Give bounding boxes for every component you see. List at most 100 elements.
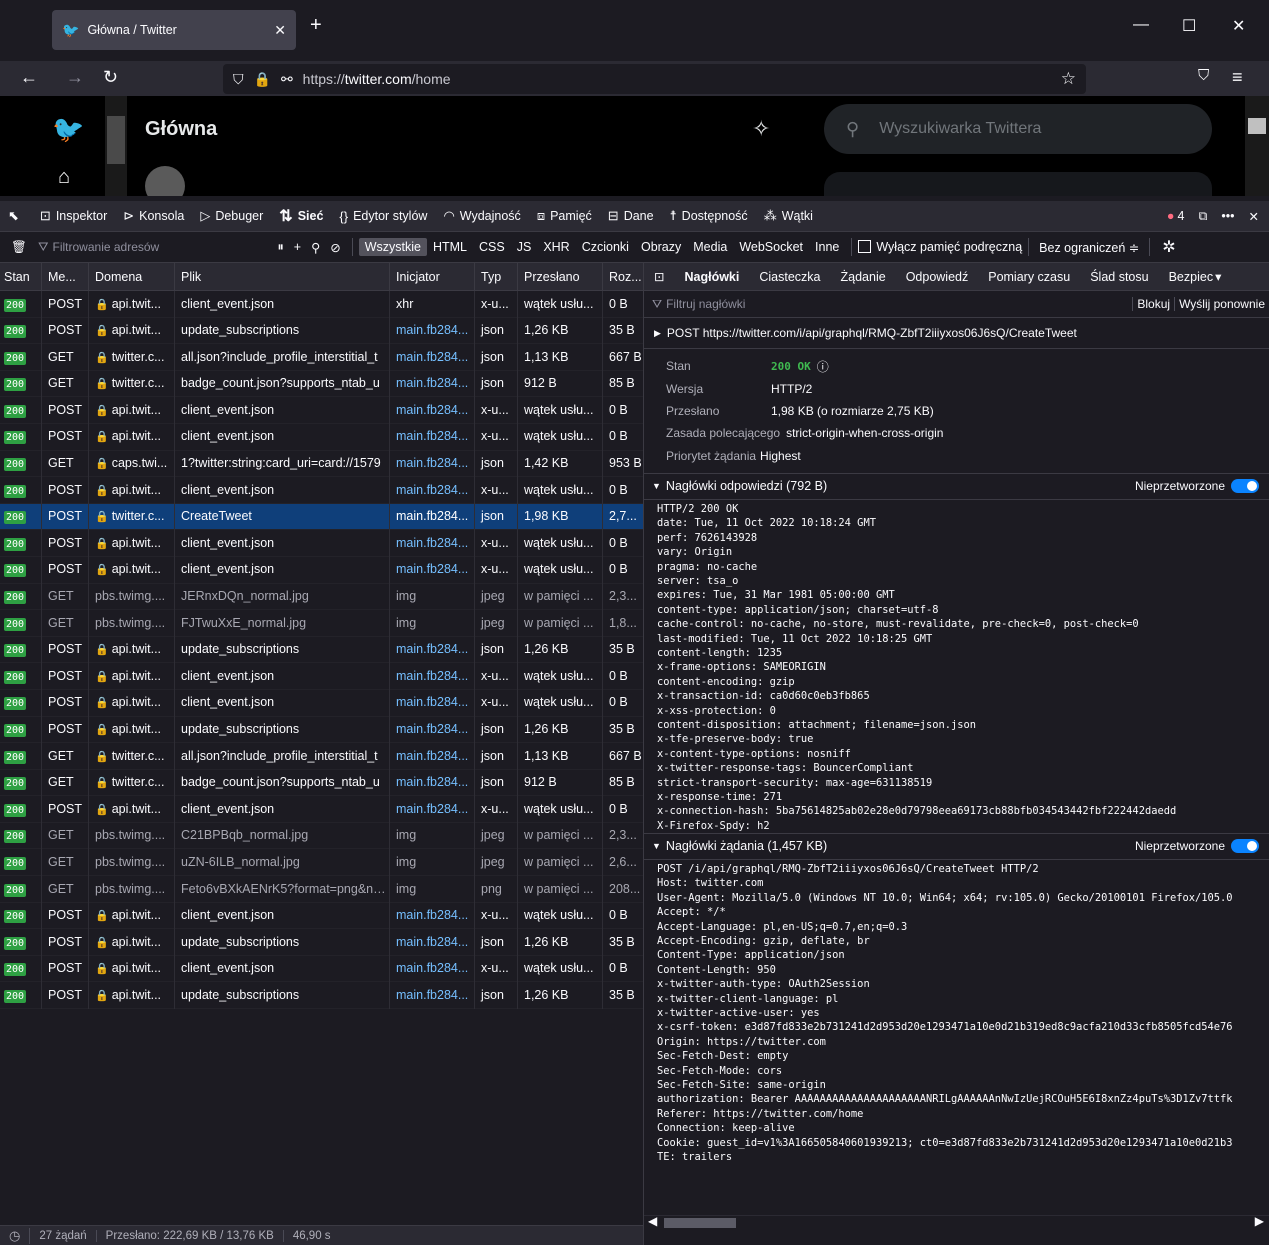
tab-response[interactable]: Odpowiedź	[896, 270, 979, 284]
initiator-cell[interactable]: main.fb284...	[390, 662, 475, 690]
tabs-overflow-icon[interactable]: ▾	[1215, 269, 1221, 284]
dock-icon[interactable]: ⧉	[1198, 209, 1207, 224]
avatar[interactable]	[145, 166, 185, 196]
throttling-select[interactable]: Bez ograniczeń ≑	[1035, 240, 1143, 255]
tab-debugger[interactable]: ▷ Debuger	[192, 201, 271, 232]
horizontal-scrollbar[interactable]: ◀ ▶	[644, 1214, 1269, 1229]
back-icon[interactable]: ←	[20, 67, 38, 88]
table-row[interactable]: 200 POST 🔒 api.twit... client_event.json main…	[0, 556, 643, 584]
network-settings-icon[interactable]: ✲	[1156, 237, 1181, 257]
filter-websocket[interactable]: WebSocket	[733, 238, 809, 256]
block-button[interactable]: Blokuj	[1132, 297, 1174, 311]
filter-css[interactable]: CSS	[473, 238, 511, 256]
filter-media[interactable]: Media	[687, 238, 733, 256]
table-row[interactable]: 200 POST 🔒 twitter.c... CreateTweet main.fb28…	[0, 503, 643, 531]
forward-icon[interactable]: →	[66, 67, 84, 88]
tab-timings[interactable]: Pomiary czasu	[978, 270, 1080, 284]
filter-all[interactable]: Wszystkie	[358, 238, 427, 256]
initiator-cell[interactable]: main.fb284...	[390, 902, 475, 929]
error-count-badge[interactable]: ● 4	[1167, 209, 1185, 223]
table-row[interactable]: 200 POST 🔒 api.twit... client_event.json main…	[0, 689, 643, 717]
close-tab-icon[interactable]: ✕	[274, 22, 286, 39]
table-row[interactable]: 200 GET pbs.twimg.... Feto6vBXkAENrK5?forma…	[0, 875, 643, 903]
permissions-icon[interactable]: ⚯	[281, 71, 293, 88]
raw-toggle[interactable]: Nieprzetworzone	[1135, 479, 1269, 494]
lock-icon[interactable]: 🔒	[254, 71, 271, 88]
bookmark-star-icon[interactable]: ☆	[1061, 69, 1076, 89]
column-method[interactable]: Me...	[42, 263, 89, 291]
column-size[interactable]: Roz...	[603, 263, 643, 291]
filter-fonts[interactable]: Czcionki	[576, 238, 635, 256]
initiator-cell[interactable]: main.fb284...	[390, 769, 475, 796]
element-picker-button[interactable]: ⬉	[0, 201, 32, 232]
filter-js[interactable]: JS	[511, 238, 538, 256]
initiator-cell[interactable]: main.fb284...	[390, 529, 475, 557]
tab-headers[interactable]: Nagłówki	[674, 270, 749, 284]
filter-xhr[interactable]: XHR	[537, 238, 575, 256]
close-devtools-icon[interactable]: ✕	[1249, 209, 1259, 224]
page-scrollbar-thumb[interactable]	[1248, 118, 1266, 134]
maximize-icon[interactable]: ☐	[1182, 16, 1196, 36]
table-row[interactable]: 200 GET 🔒 twitter.c... badge_count.json?supp…	[0, 370, 643, 398]
help-icon[interactable]: ⓘ	[817, 358, 829, 375]
table-row[interactable]: 200 GET pbs.twimg.... C21BPBqb_normal.jpg im…	[0, 822, 643, 850]
table-row[interactable]: 200 POST 🔒 api.twit... update_subscriptions m…	[0, 928, 643, 956]
table-row[interactable]: 200 GET pbs.twimg.... JERnxDQn_normal.jpg im…	[0, 583, 643, 611]
tab-memory[interactable]: ⧈ Pamięć	[529, 201, 600, 232]
column-type[interactable]: Typ	[475, 263, 518, 291]
table-row[interactable]: 200 POST 🔒 api.twit... update_subscriptions m…	[0, 981, 643, 1010]
url-bar[interactable]: ⛉ 🔒 ⚯ https://twitter.com/home ☆	[223, 64, 1086, 94]
clear-icon[interactable]: 🗑	[0, 240, 38, 255]
menu-icon[interactable]: ≡	[1232, 67, 1243, 88]
tab-request[interactable]: Żądanie	[831, 270, 896, 284]
scrollbar-thumb[interactable]	[664, 1218, 736, 1228]
tab-cookies[interactable]: Ciasteczka	[749, 270, 830, 284]
reload-icon[interactable]: ↻	[103, 67, 118, 88]
initiator-cell[interactable]: main.fb284...	[390, 928, 475, 956]
table-row[interactable]: 200 POST 🔒 api.twit... client_event.json main…	[0, 423, 643, 451]
table-row[interactable]: 200 GET pbs.twimg.... FJTwuXxE_normal.jpg im…	[0, 609, 643, 637]
table-row[interactable]: 200 POST 🔒 api.twit... update_subscriptions m…	[0, 317, 643, 345]
raw-toggle[interactable]: Nieprzetworzone	[1135, 839, 1269, 854]
tab-stack-trace[interactable]: Ślad stosu	[1080, 270, 1158, 284]
column-transferred[interactable]: Przesłano	[518, 263, 603, 291]
scroll-right-icon[interactable]: ▶	[1255, 1214, 1264, 1228]
table-row[interactable]: 200 GET pbs.twimg.... uZN-6ILB_normal.jpg im…	[0, 848, 643, 877]
close-window-icon[interactable]: ✕	[1232, 16, 1245, 36]
block-icon[interactable]: ⊘	[325, 240, 345, 255]
new-tab-icon[interactable]: +	[310, 14, 322, 37]
scroll-left-icon[interactable]: ◀	[648, 1214, 657, 1228]
sparkle-icon[interactable]: ✧	[752, 116, 770, 142]
tab-storage[interactable]: ⊟ Dane	[600, 201, 662, 232]
filter-html[interactable]: HTML	[427, 238, 473, 256]
sidebar-scrollbar-thumb[interactable]	[107, 116, 125, 164]
table-row[interactable]: 200 POST 🔒 api.twit... client_event.json main…	[0, 529, 643, 557]
table-row[interactable]: 200 POST 🔒 api.twit... client_event.json main…	[0, 662, 643, 690]
initiator-cell[interactable]: main.fb284...	[390, 343, 475, 371]
column-status[interactable]: Stan	[0, 263, 42, 291]
initiator-cell[interactable]: main.fb284...	[390, 476, 475, 504]
pause-icon[interactable]: ⏸	[273, 240, 289, 255]
table-row[interactable]: 200 POST 🔒 api.twit... client_event.json main…	[0, 795, 643, 823]
table-row[interactable]: 200 POST 🔒 api.twit... update_subscriptions m…	[0, 716, 643, 744]
table-row[interactable]: 200 GET 🔒 twitter.c... all.json?include_prof…	[0, 343, 643, 371]
page-scrollbar[interactable]	[1245, 96, 1269, 196]
disable-cache-checkbox[interactable]: Wyłącz pamięć podręczną	[858, 240, 1022, 254]
filter-other[interactable]: Inne	[809, 238, 845, 256]
table-row[interactable]: 200 POST 🔒 api.twit... client_event.json main…	[0, 396, 643, 424]
tab-security[interactable]: Bezpiec	[1159, 270, 1215, 284]
initiator-cell[interactable]: main.fb284...	[390, 450, 475, 477]
initiator-cell[interactable]: main.fb284...	[390, 955, 475, 982]
request-headers-section[interactable]: ▼ Nagłówki żądania (1,457 KB) Nieprzetwo…	[644, 833, 1269, 860]
table-row[interactable]: 200 GET 🔒 twitter.c... all.json?include_prof…	[0, 742, 643, 770]
minimize-icon[interactable]: —	[1133, 16, 1149, 34]
table-row[interactable]: 200 POST 🔒 api.twit... client_event.json main…	[0, 955, 643, 983]
column-domain[interactable]: Domena	[89, 263, 175, 291]
more-options-icon[interactable]: •••	[1221, 209, 1234, 223]
initiator-cell[interactable]: main.fb284...	[390, 716, 475, 743]
resend-button[interactable]: Wyślij ponownie	[1174, 297, 1269, 311]
initiator-cell[interactable]: main.fb284...	[390, 981, 475, 1009]
tab-style-editor[interactable]: {} Edytor stylów	[331, 201, 435, 232]
initiator-cell[interactable]: main.fb284...	[390, 795, 475, 823]
browser-tab[interactable]: 🐦 Główna / Twitter ✕	[52, 10, 296, 50]
